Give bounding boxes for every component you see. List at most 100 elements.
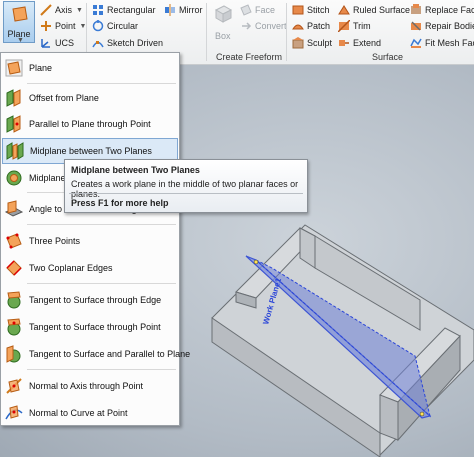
midplane-torus-icon: [5, 169, 23, 187]
plane-button[interactable]: Plane ▼: [3, 1, 35, 44]
stitch-icon: [292, 4, 304, 16]
tooltip: Midplane between Two Planes Creates a wo…: [64, 159, 308, 213]
convert-button[interactable]: Convert: [240, 19, 287, 33]
menu-item-label: Plane: [29, 63, 53, 73]
menu-item-label: Tangent to Surface and Parallel to Plane: [29, 349, 191, 359]
tooltip-title: Midplane between Two Planes: [71, 165, 200, 175]
patch-button[interactable]: Patch: [292, 19, 330, 33]
rectangular-pattern-button[interactable]: Rectangular: [92, 3, 156, 17]
sketch-driven-pattern-button[interactable]: Sketch Driven: [92, 36, 163, 50]
menu-item-normal-axis[interactable]: Normal to Axis through Point: [2, 373, 178, 399]
circular-pattern-button[interactable]: Circular: [92, 19, 138, 33]
fit-mesh-face-icon: [410, 37, 422, 49]
face-button[interactable]: Face: [240, 3, 275, 17]
menu-item-label: Midplane between Two Planes: [30, 146, 152, 156]
mirror-label: Mirror: [179, 5, 203, 15]
tooltip-help: Press F1 for more help: [71, 198, 169, 208]
sketch-driven-pattern-icon: [92, 37, 104, 49]
trim-icon: [337, 19, 351, 33]
repair-bodies-icon: [410, 20, 422, 32]
point-label: Point: [55, 21, 76, 31]
convert-icon: [240, 20, 252, 32]
axis-label: Axis: [55, 5, 73, 15]
tangent-edge-icon: [5, 291, 23, 309]
extend-button[interactable]: Extend: [338, 36, 381, 50]
convert-label: Convert: [255, 21, 287, 31]
menu-item-tangent-parallel[interactable]: Tangent to Surface and Parallel to Plane: [2, 341, 190, 367]
box-button[interactable]: Box: [210, 2, 236, 48]
menu-item-tangent-edge[interactable]: Tangent to Surface through Edge: [2, 287, 178, 313]
plane-icon: [11, 5, 29, 25]
create-freeform-group-label: Create Freeform: [216, 52, 283, 62]
rectangular-pattern-icon: [92, 4, 104, 16]
menu-item-offset-from-plane[interactable]: Offset from Plane: [2, 85, 178, 111]
menu-item-two-coplanar-edges[interactable]: Two Coplanar Edges: [2, 255, 178, 281]
tangent-parallel-icon: [5, 345, 23, 363]
menu-item-label: Tangent to Surface through Point: [29, 322, 161, 332]
sculpt-button[interactable]: Sculpt: [292, 36, 332, 50]
box-icon: [213, 4, 233, 26]
patch-icon: [292, 20, 304, 32]
menu-item-plane[interactable]: Plane: [2, 55, 178, 81]
sculpt-icon: [292, 37, 304, 49]
separator: [286, 3, 287, 61]
menu-item-label: Tangent to Surface through Edge: [29, 295, 162, 305]
menu-item-normal-curve[interactable]: Normal to Curve at Point: [2, 400, 178, 426]
normal-axis-icon: [5, 377, 23, 395]
repair-bodies-label: Repair Bodies: [425, 21, 474, 31]
extend-label: Extend: [353, 38, 382, 48]
ruled-surface-label: Ruled Surface: [353, 5, 411, 15]
sketch-driven-label: Sketch Driven: [107, 38, 164, 48]
three-points-icon: [5, 232, 23, 250]
ucs-button[interactable]: UCS: [40, 36, 74, 50]
menu-item-label: Parallel to Plane through Point: [29, 119, 151, 129]
menu-item-parallel-plane-point[interactable]: Parallel to Plane through Point: [2, 111, 178, 137]
plane-icon: [5, 59, 23, 77]
menu-separator: [27, 369, 176, 370]
tooltip-separator: [69, 193, 303, 194]
box-label: Box: [215, 31, 231, 41]
fit-mesh-face-label: Fit Mesh Face: [425, 38, 474, 48]
axis-button[interactable]: Axis ▼: [40, 3, 83, 17]
ucs-icon: [40, 37, 52, 49]
menu-item-tangent-point[interactable]: Tangent to Surface through Point: [2, 314, 178, 340]
chevron-down-icon: ▼: [17, 37, 24, 44]
menu-item-label: Normal to Curve at Point: [29, 408, 128, 418]
face-icon: [240, 4, 252, 16]
circular-label: Circular: [107, 21, 139, 31]
menu-item-label: Two Coplanar Edges: [29, 263, 113, 273]
fit-mesh-face-button[interactable]: Fit Mesh Face: [410, 36, 474, 50]
menu-separator: [27, 224, 176, 225]
axis-icon: [40, 4, 52, 16]
menu-separator: [27, 83, 176, 84]
normal-curve-icon: [5, 404, 23, 422]
stitch-button[interactable]: Stitch: [292, 3, 330, 17]
ruled-surface-button[interactable]: Ruled Surface: [338, 3, 410, 17]
menu-item-label: Normal to Axis through Point: [29, 381, 144, 391]
tangent-point-icon: [5, 318, 23, 336]
midplane-icon: [6, 142, 24, 160]
replace-face-label: Replace Face: [425, 5, 474, 15]
menu-item-three-points[interactable]: Three Points: [2, 228, 178, 254]
sculpt-label: Sculpt: [307, 38, 333, 48]
circular-pattern-icon: [92, 20, 104, 32]
trim-button[interactable]: Trim: [337, 19, 371, 33]
repair-bodies-button[interactable]: Repair Bodies: [410, 19, 474, 33]
point-button[interactable]: Point ▼: [40, 19, 86, 33]
replace-face-button[interactable]: Replace Face: [410, 3, 474, 17]
mirror-button[interactable]: Mirror: [164, 3, 203, 17]
ruled-surface-icon: [338, 4, 350, 16]
mirror-icon: [164, 4, 176, 16]
menu-item-label: Offset from Plane: [29, 93, 99, 103]
menu-item-label: Midplane: [29, 173, 66, 183]
rectangular-label: Rectangular: [107, 5, 156, 15]
coplanar-edges-icon: [5, 259, 23, 277]
parallel-plane-point-icon: [5, 115, 23, 133]
angle-plane-icon: [4, 200, 24, 218]
patch-label: Patch: [307, 21, 331, 31]
surface-group-label: Surface: [372, 52, 404, 62]
point-icon: [40, 20, 52, 32]
ucs-label: UCS: [55, 38, 75, 48]
extend-icon: [338, 37, 350, 49]
trim-label: Trim: [353, 21, 371, 31]
